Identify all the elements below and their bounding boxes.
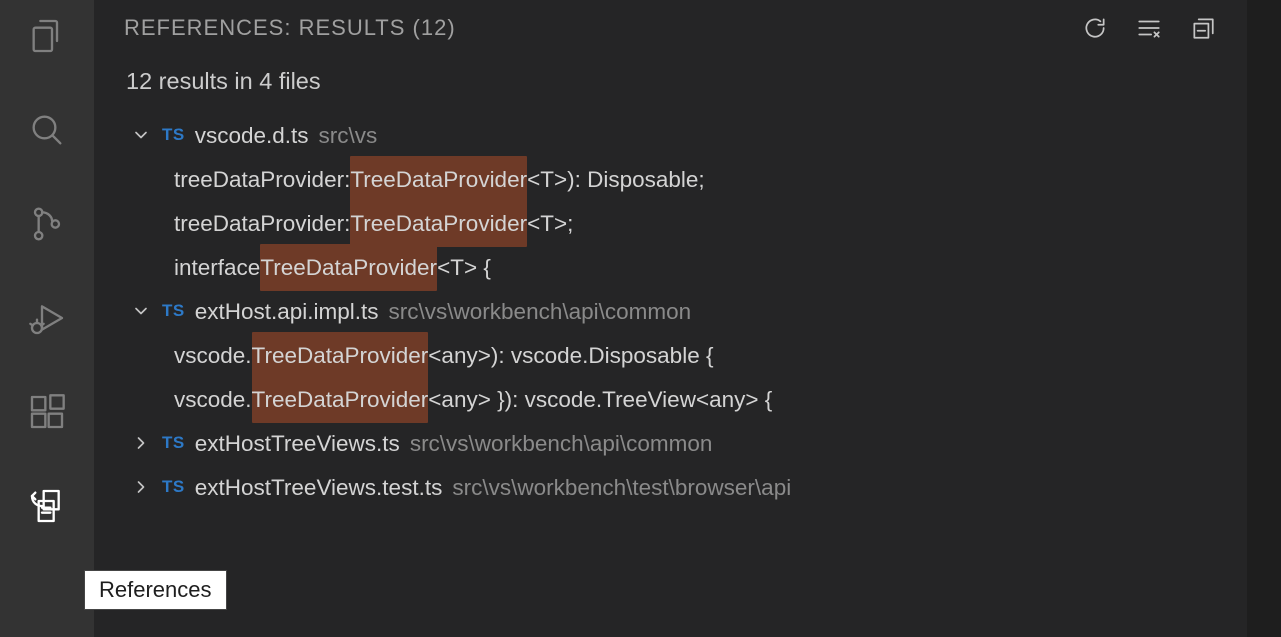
chevron-down-icon[interactable] xyxy=(126,125,156,145)
references-panel: REFERENCES: RESULTS (12) 12 results in 4… xyxy=(94,0,1247,637)
match-highlight: TreeDataProvider xyxy=(350,156,527,203)
ts-badge-icon: TS xyxy=(162,118,185,152)
extensions-icon[interactable] xyxy=(25,390,69,434)
explorer-icon[interactable] xyxy=(25,14,69,58)
match-pre: treeDataProvider: xyxy=(174,201,350,246)
match-line[interactable]: interface TreeDataProvider<T> { xyxy=(94,245,1247,289)
file-name: extHostTreeViews.test.ts xyxy=(195,465,443,510)
file-path: src\vs\workbench\test\browser\api xyxy=(452,465,791,510)
match-post: <T>): Disposable; xyxy=(527,157,705,202)
chevron-right-icon[interactable] xyxy=(126,433,156,453)
clear-icon[interactable] xyxy=(1135,14,1163,42)
match-pre: vscode. xyxy=(174,333,252,378)
file-name: vscode.d.ts xyxy=(195,113,309,158)
ts-badge-icon: TS xyxy=(162,470,185,504)
match-post: <any> }): vscode.TreeView<any> { xyxy=(428,377,772,422)
refresh-icon[interactable] xyxy=(1081,14,1109,42)
references-activity-icon[interactable] xyxy=(25,484,69,528)
ts-badge-icon: TS xyxy=(162,426,185,460)
file-path: src\vs\workbench\api\common xyxy=(389,289,692,334)
chevron-down-icon[interactable] xyxy=(126,301,156,321)
panel-title: REFERENCES: RESULTS (12) xyxy=(124,15,456,41)
match-post: <T>; xyxy=(527,201,573,246)
match-highlight: TreeDataProvider xyxy=(350,200,527,247)
match-highlight: TreeDataProvider xyxy=(252,332,429,379)
file-row[interactable]: TS vscode.d.tssrc\vs xyxy=(94,113,1247,157)
results-summary: 12 results in 4 files xyxy=(94,52,1247,113)
search-icon[interactable] xyxy=(25,108,69,152)
match-line[interactable]: treeDataProvider: TreeDataProvider<T>; xyxy=(94,201,1247,245)
panel-actions xyxy=(1081,14,1217,42)
file-name: extHostTreeViews.ts xyxy=(195,421,400,466)
match-pre: interface xyxy=(174,245,260,290)
match-post: <T> { xyxy=(437,245,491,290)
tooltip: References xyxy=(84,570,227,610)
file-row[interactable]: TS extHostTreeViews.tssrc\vs\workbench\ap… xyxy=(94,421,1247,465)
match-line[interactable]: vscode.TreeDataProvider<any>): vscode.Di… xyxy=(94,333,1247,377)
collapse-all-icon[interactable] xyxy=(1189,14,1217,42)
match-pre: treeDataProvider: xyxy=(174,157,350,202)
run-debug-icon[interactable] xyxy=(25,296,69,340)
editor-gutter xyxy=(1247,0,1281,637)
match-line[interactable]: vscode.TreeDataProvider<any> }): vscode.… xyxy=(94,377,1247,421)
ts-badge-icon: TS xyxy=(162,294,185,328)
match-line[interactable]: treeDataProvider: TreeDataProvider<T>): … xyxy=(94,157,1247,201)
source-control-icon[interactable] xyxy=(25,202,69,246)
file-path: src\vs\workbench\api\common xyxy=(410,421,713,466)
activity-bar xyxy=(0,0,94,637)
chevron-right-icon[interactable] xyxy=(126,477,156,497)
panel-header: REFERENCES: RESULTS (12) xyxy=(94,0,1247,52)
results-tree: TSvscode.d.tssrc\vstreeDataProvider: Tre… xyxy=(94,113,1247,509)
match-post: <any>): vscode.Disposable { xyxy=(428,333,713,378)
match-highlight: TreeDataProvider xyxy=(260,244,437,291)
match-highlight: TreeDataProvider xyxy=(252,376,429,423)
match-pre: vscode. xyxy=(174,377,252,422)
file-row[interactable]: TS extHost.api.impl.tssrc\vs\workbench\ap… xyxy=(94,289,1247,333)
file-row[interactable]: TS extHostTreeViews.test.tssrc\vs\workben… xyxy=(94,465,1247,509)
file-path: src\vs xyxy=(319,113,378,158)
file-name: extHost.api.impl.ts xyxy=(195,289,379,334)
